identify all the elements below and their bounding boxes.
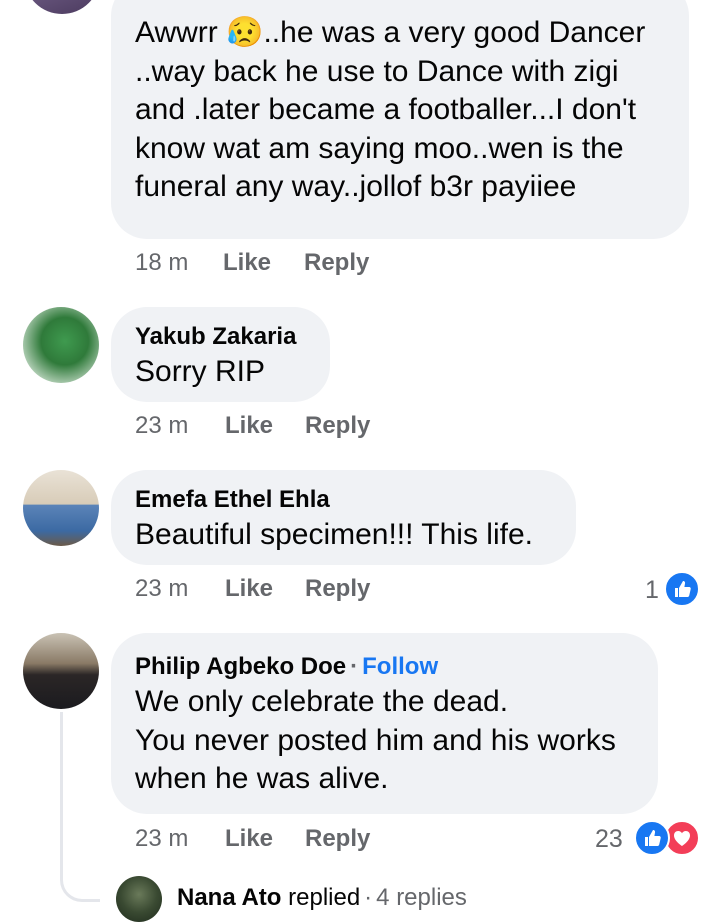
like-reaction-icon [664, 571, 700, 607]
comment-author-4[interactable]: Philip Agbeko Doe [135, 653, 346, 680]
comment-meta-2: 23 m Like Reply [135, 412, 535, 440]
reply-thread-line [60, 712, 100, 902]
comment-author-line-4: Philip Agbeko Doe · Follow [135, 651, 658, 683]
comment-bubble-2: Yakub Zakaria Sorry RIP [111, 307, 330, 402]
comment-text-2: Sorry RIP [135, 355, 266, 388]
comment-time-2[interactable]: 23 m [135, 412, 188, 440]
follow-button[interactable]: Follow [362, 653, 438, 680]
avatar-philip-agbeko-doe[interactable] [23, 633, 99, 709]
separator-dot: · [350, 653, 359, 680]
comment-bubble-1: Awwrr 😥..he was a very good Dancer ..way… [111, 0, 689, 239]
comment-author-2[interactable]: Yakub Zakaria [135, 321, 330, 353]
reply-author: Nana Ato [177, 884, 282, 911]
comment-text-1: Awwrr 😥..he was a very good Dancer ..way… [135, 16, 646, 203]
reply-button-2[interactable]: Reply [305, 412, 370, 440]
reply-count: 4 replies [376, 884, 467, 911]
comment-bubble-3: Emefa Ethel Ehla Beautiful specimen!!! T… [111, 470, 576, 565]
separator-dot: · [364, 884, 373, 911]
reaction-count-4[interactable]: 23 [595, 825, 623, 853]
comment-meta-1: 18 m Like Reply [135, 249, 535, 277]
reply-verb: replied [288, 884, 361, 911]
comment-text-4: We only celebrate the dead. You never po… [135, 685, 616, 795]
comment-meta-4: 23 m Like Reply [135, 825, 535, 853]
like-button-2[interactable]: Like [225, 412, 273, 440]
like-button-1[interactable]: Like [223, 249, 271, 277]
avatar-commenter-1[interactable] [24, 0, 100, 14]
comment-time-3[interactable]: 23 m [135, 575, 188, 603]
like-reaction-icon [634, 820, 670, 856]
comment-text-3: Beautiful specimen!!! This life. [135, 518, 533, 551]
reply-button-4[interactable]: Reply [305, 825, 370, 853]
reply-button-1[interactable]: Reply [304, 249, 369, 277]
reply-button-3[interactable]: Reply [305, 575, 370, 603]
like-button-3[interactable]: Like [225, 575, 273, 603]
comment-time-1[interactable]: 18 m [135, 249, 188, 277]
comment-author-3[interactable]: Emefa Ethel Ehla [135, 484, 576, 516]
comment-meta-3: 23 m Like Reply [135, 575, 535, 603]
comment-time-4[interactable]: 23 m [135, 825, 188, 853]
view-replies-link[interactable]: Nana Ato replied · 4 replies [177, 884, 467, 912]
avatar-yakub-zakaria[interactable] [23, 307, 99, 383]
avatar-nana-ato[interactable] [116, 876, 162, 922]
reaction-count-3[interactable]: 1 [645, 576, 659, 604]
like-button-4[interactable]: Like [225, 825, 273, 853]
avatar-emefa-ethel-ehla[interactable] [23, 470, 99, 546]
comment-bubble-4: Philip Agbeko Doe · Follow We only celebra… [111, 633, 658, 814]
